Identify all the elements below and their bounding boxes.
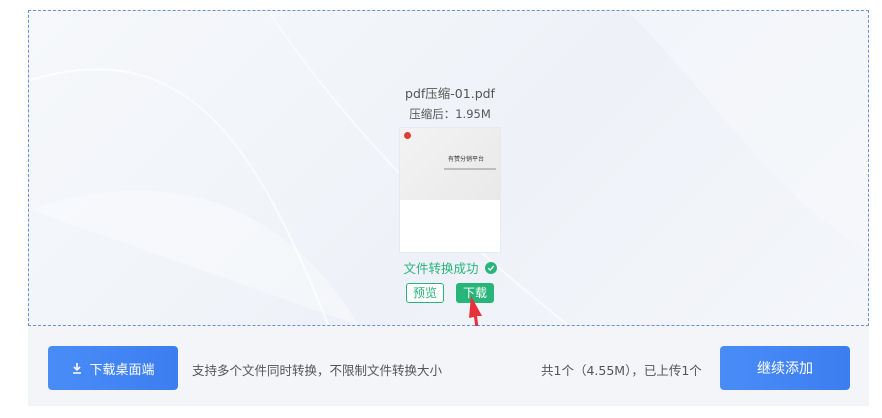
check-circle-icon [484,261,497,274]
upload-summary: 共1个（4.55M），已上传1个 [541,363,702,378]
add-more-button[interactable]: 继续添加 [720,346,850,390]
conversion-hint: 支持多个文件同时转换，不限制文件转换大小 [192,363,443,378]
file-card: pdf压缩-01.pdf 压缩后：1.95M 有赞分销平台 文件转换成功 预览 … [398,81,502,303]
pdf-badge-icon [404,132,411,139]
footer-bar: 下载桌面端 支持多个文件同时转换，不限制文件转换大小 共1个（4.55M），已上… [28,326,869,406]
compressed-size: 压缩后：1.95M [409,107,491,121]
conversion-status: 文件转换成功 [398,258,502,277]
download-arrow-icon [73,363,82,374]
file-name: pdf压缩-01.pdf [405,86,495,101]
status-text: 文件转换成功 [403,261,479,276]
download-desktop-label: 下载桌面端 [89,362,155,378]
thumbnail-title: 有赞分销平台 [448,156,485,163]
download-desktop-button[interactable]: 下载桌面端 [48,346,178,390]
file-thumbnail[interactable]: 有赞分销平台 [400,128,500,252]
thumbnail-line [444,168,496,170]
preview-button[interactable]: 预览 [405,283,444,303]
file-drop-zone[interactable]: pdf压缩-01.pdf 压缩后：1.95M 有赞分销平台 文件转换成功 预览 … [28,10,869,326]
